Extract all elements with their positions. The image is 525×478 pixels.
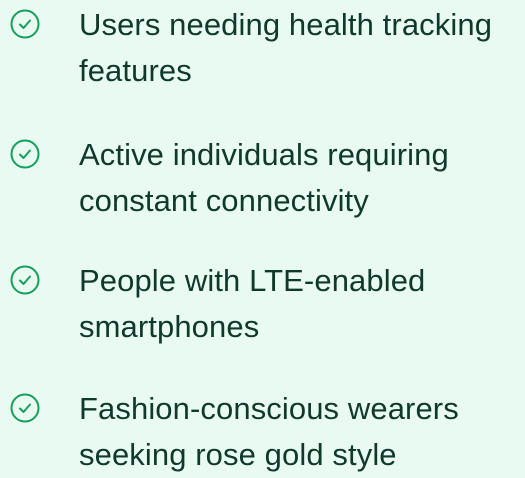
check-circle-icon [9,264,41,296]
check-circle-icon [9,392,41,424]
check-circle-icon [9,8,41,40]
target-audience-list: Users needing health tracking features A… [0,0,525,476]
list-item-label: Users needing health tracking features [79,7,493,88]
check-circle-icon [9,138,41,170]
list-item-label: Fashion-conscious wearers seeking rose g… [79,391,459,472]
list-item-label: Active individuals requiring constant co… [79,137,449,218]
list-item-label: People with LTE-enabled smartphones [79,263,426,344]
